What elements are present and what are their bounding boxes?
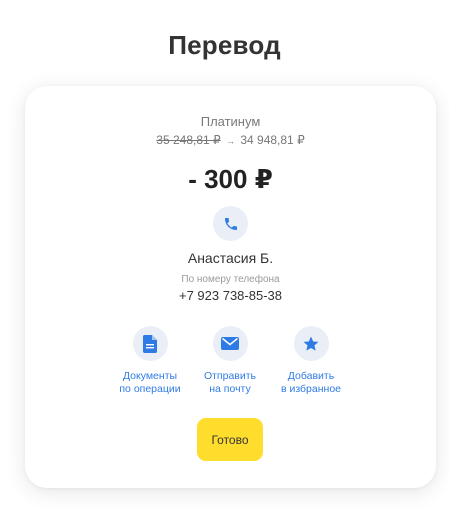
envelope-icon (221, 337, 239, 350)
transfer-amount: - 300 ₽ (188, 164, 273, 194)
send-email-label: Отправить на почту (203, 370, 257, 395)
documents-button[interactable]: Документы по операции (105, 326, 195, 396)
transfer-method-caption: По номеру телефона (181, 274, 280, 285)
add-favorite-button[interactable]: Добавить в избранное (266, 326, 356, 396)
balance-after: 34 948,81 ₽ (240, 133, 305, 147)
transfer-receipt-page: Перевод Платинум 35 248,81 ₽ → 34 948,81… (0, 0, 449, 512)
receipt-card: Платинум 35 248,81 ₽ → 34 948,81 ₽ - 300… (25, 86, 436, 488)
phone-icon (224, 217, 237, 230)
page-title: Перевод (168, 30, 281, 60)
account-name: Платинум (200, 114, 261, 129)
balance-change: 35 248,81 ₽ → 34 948,81 ₽ (25, 133, 436, 147)
documents-label: Документы по операции (119, 370, 181, 395)
document-icon (143, 334, 157, 353)
arrow-right-icon: → (226, 136, 235, 146)
star-icon (303, 336, 319, 351)
done-button[interactable]: Готово (197, 418, 263, 461)
recipient-phone: +7 923 738-85-38 (178, 288, 282, 303)
add-favorite-label: Добавить в избранное (280, 370, 342, 395)
balance-before: 35 248,81 ₽ (156, 133, 221, 147)
phone-icon-badge (213, 206, 248, 241)
recipient-name: Анастасия Б. (187, 250, 274, 266)
send-email-button[interactable]: Отправить на почту (185, 326, 275, 396)
